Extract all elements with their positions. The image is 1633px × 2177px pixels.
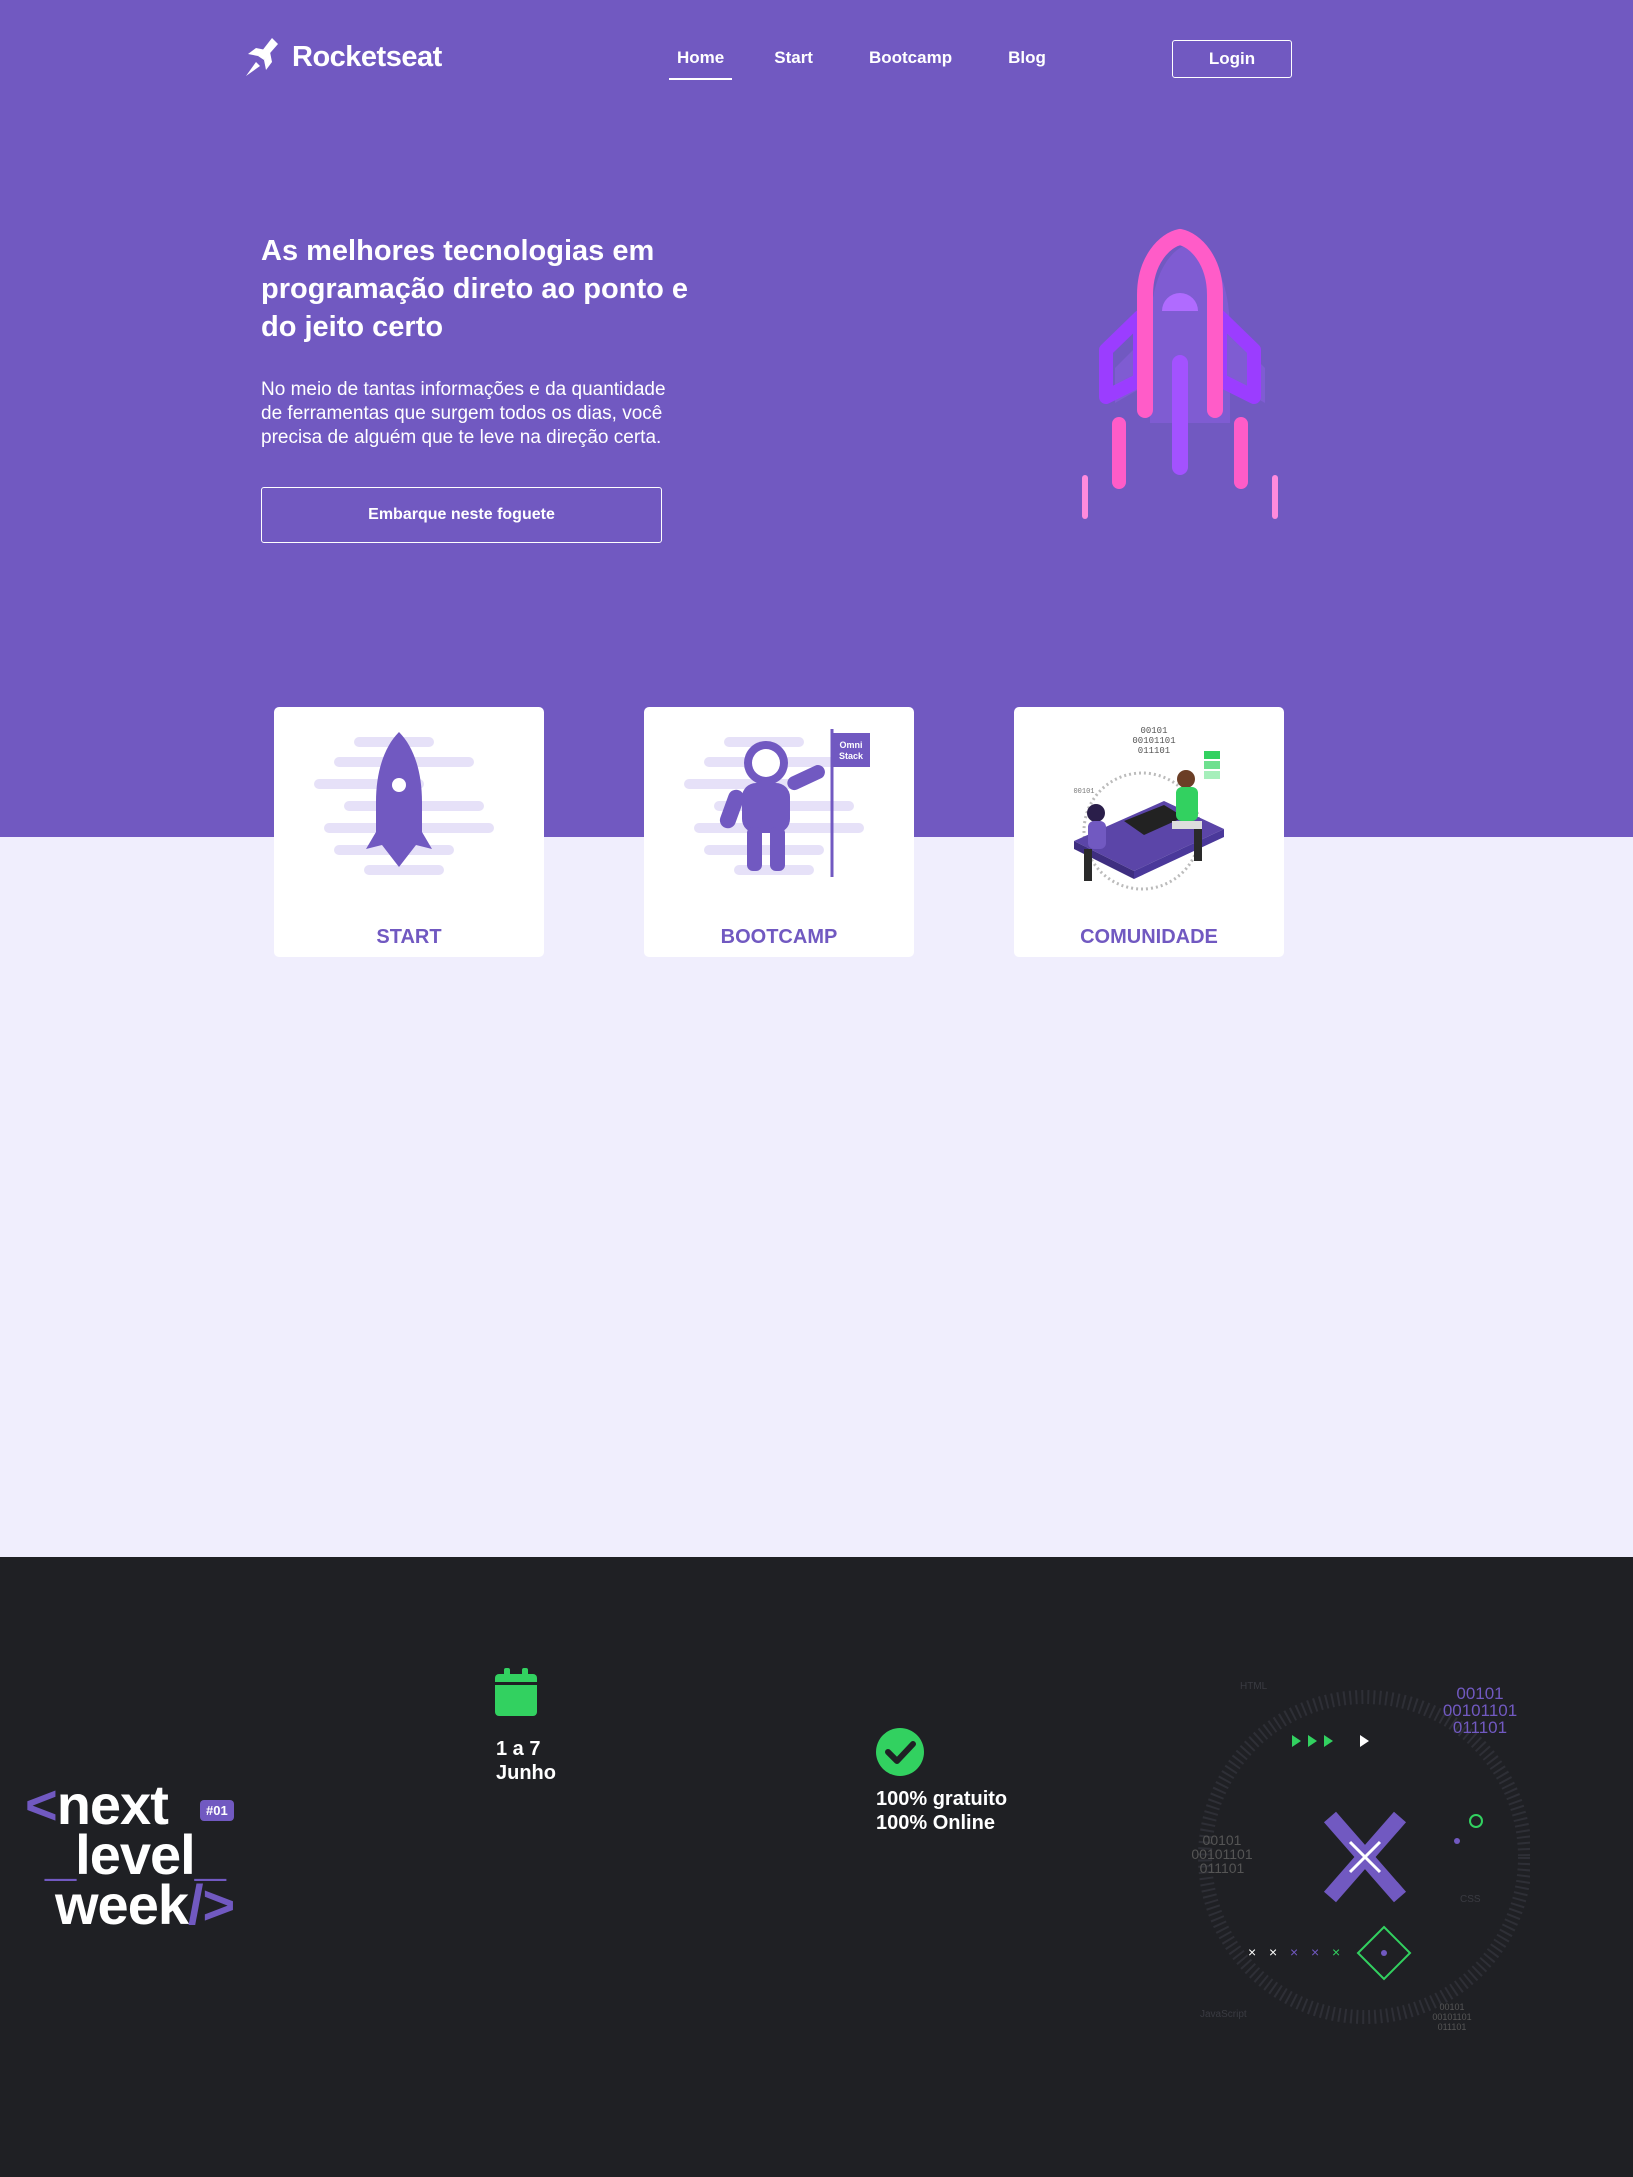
nlw-word-week: week: [55, 1873, 189, 1936]
feature-free: 100% gratuito: [876, 1788, 1008, 1810]
svg-text:00101101: 00101101: [1132, 736, 1175, 746]
astronaut-icon: Omni Stack: [684, 729, 870, 877]
rocket-illustration: [1082, 228, 1278, 519]
feature-online: 100% Online: [876, 1812, 995, 1834]
hero-title: As melhores tecnologias em programação d…: [261, 235, 688, 343]
embark-button[interactable]: Embarque neste foguete: [261, 487, 662, 543]
svg-text:00101101: 00101101: [1432, 2012, 1471, 2022]
nlw-label-javascript: JavaScript: [1200, 2009, 1247, 2020]
svg-text:×: ×: [1290, 1944, 1298, 1960]
card-comunidade[interactable]: 00101 00101101 011101 00101 COMUNIDADE: [1014, 707, 1284, 957]
svg-text:Omni: Omni: [839, 740, 862, 750]
next-level-week-section: <next _level_ week/> #01 1 a 7 Junho 100…: [0, 1557, 1633, 2177]
svg-text:011101: 011101: [1453, 1718, 1507, 1737]
main-nav: Home Start Bootcamp Blog: [669, 44, 1054, 80]
nav-link-blog[interactable]: Blog: [1000, 44, 1054, 80]
event-date-month: Junho: [496, 1762, 556, 1784]
rocket-logo-icon: [246, 38, 278, 76]
svg-text:00101: 00101: [1073, 788, 1094, 796]
nav-link-home[interactable]: Home: [669, 44, 733, 80]
nav-link-bootcamp[interactable]: Bootcamp: [861, 44, 960, 80]
check-circle-icon: [876, 1728, 924, 1776]
event-date-days: 1 a 7: [496, 1738, 541, 1760]
nav-link-start[interactable]: Start: [766, 44, 821, 80]
card-bootcamp-label: BOOTCAMP: [720, 926, 838, 948]
card-start[interactable]: START: [274, 707, 544, 957]
svg-text:011101: 011101: [1200, 1860, 1245, 1876]
top-nav: Rocketseat Home Start Bootcamp Blog Logi…: [0, 0, 1633, 120]
svg-text:011101: 011101: [1138, 746, 1170, 756]
svg-text:011101: 011101: [1438, 2022, 1467, 2032]
svg-text:×: ×: [1269, 1944, 1277, 1960]
card-start-label: START: [376, 926, 442, 948]
nlw-edition-badge: #01: [200, 1800, 234, 1821]
login-button[interactable]: Login: [1172, 40, 1292, 78]
brand-name: Rocketseat: [292, 40, 442, 73]
event-date: 1 a 7 Junho: [496, 1737, 556, 1785]
nlw-logo: <next _level_ week/> #01: [25, 1773, 235, 1936]
brand-link[interactable]: Rocketseat: [244, 36, 442, 78]
svg-text:×: ×: [1248, 1944, 1256, 1960]
calendar-icon: [495, 1668, 537, 1716]
card-comunidade-label: COMUNIDADE: [1080, 926, 1218, 948]
nlw-label-html: HTML: [1240, 1681, 1268, 1692]
community-illustration-icon: 00101 00101101 011101 00101: [1073, 726, 1224, 891]
svg-text:00101: 00101: [1140, 726, 1167, 736]
nlw-label-css: CSS: [1460, 1894, 1481, 1905]
svg-text:×: ×: [1311, 1944, 1319, 1960]
svg-text:×: ×: [1332, 1944, 1340, 1960]
hero-description: No meio de tantas informações e da quant…: [261, 379, 666, 448]
svg-text:00101: 00101: [1439, 2002, 1464, 2012]
rocket-icon: [314, 732, 494, 875]
card-bootcamp[interactable]: Omni Stack BOOTCAMP: [644, 707, 914, 957]
nlw-decorative-art: 00101 00101101 011101 00101 00101101 011…: [1191, 1681, 1530, 2032]
svg-text:Stack: Stack: [839, 751, 864, 761]
event-features: 100% gratuito 100% Online: [876, 1787, 1007, 1835]
